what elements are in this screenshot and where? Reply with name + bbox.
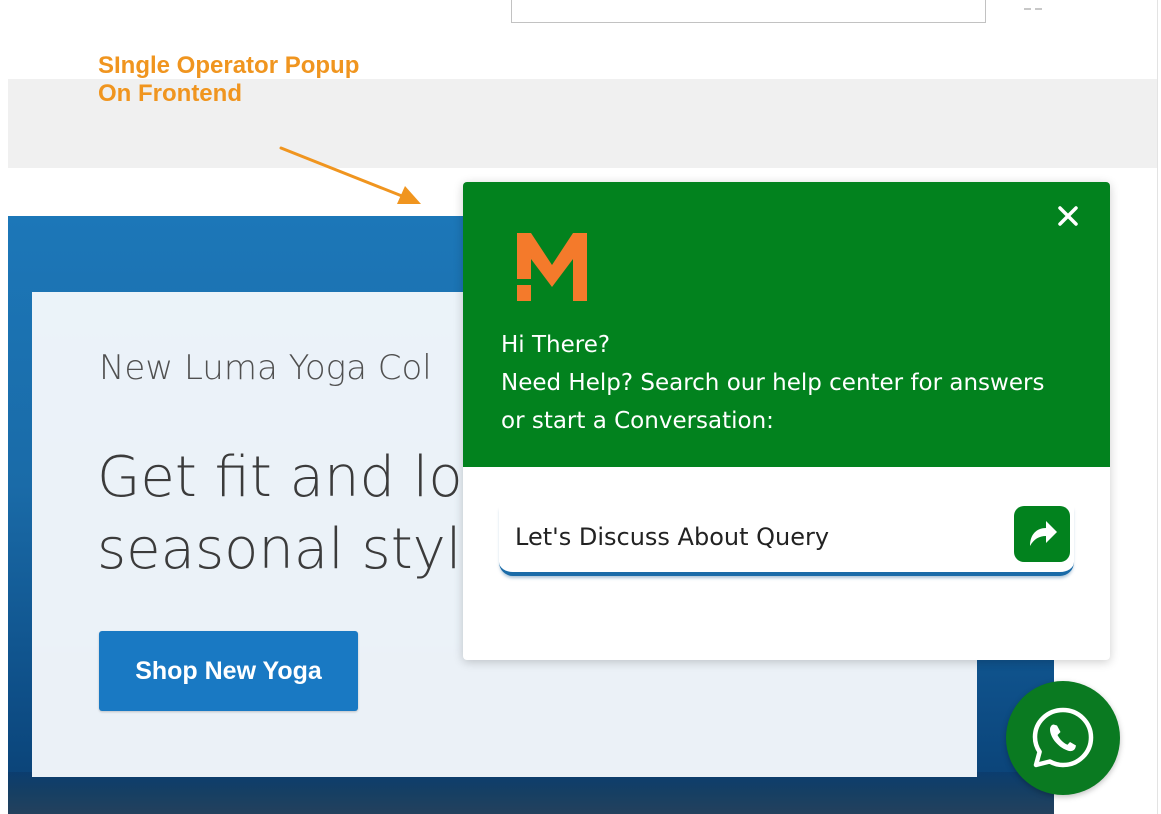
greeting-line: Hi There?: [501, 332, 611, 358]
shop-new-yoga-button[interactable]: Shop New Yoga: [99, 631, 358, 711]
greeting-text: Hi There? Need Help? Search our help cen…: [501, 326, 1101, 440]
query-field-container: [499, 506, 1074, 576]
search-edge-icon: [1022, 0, 1048, 14]
annotation-line-1: SIngle Operator Popup: [98, 52, 360, 79]
help-line-2: or start a Conversation:: [501, 408, 774, 434]
hero-background-sea: [8, 772, 1054, 814]
whatsapp-button[interactable]: [1006, 681, 1120, 795]
hero-title-line-1: Get fit and loo: [97, 445, 497, 510]
page-right-border: [1157, 0, 1158, 814]
send-button[interactable]: [1014, 506, 1070, 562]
chat-popup: Hi There? Need Help? Search our help cen…: [463, 182, 1110, 660]
query-input[interactable]: [515, 520, 995, 554]
share-arrow-icon: [1030, 521, 1057, 546]
hero-title: Get fit and loo seasonal style: [97, 442, 517, 586]
annotation-label: SIngle Operator Popup On Frontend: [98, 52, 359, 108]
hero-title-line-2: seasonal style: [97, 517, 496, 582]
annotation-arrow-icon: [279, 146, 421, 204]
close-button[interactable]: [1054, 202, 1082, 230]
annotation-line-2: On Frontend: [98, 80, 242, 107]
chat-popup-header: Hi There? Need Help? Search our help cen…: [463, 182, 1110, 467]
m-brand-logo-icon: [517, 233, 587, 301]
hero-kicker: New Luma Yoga Col: [99, 348, 432, 388]
help-line-1: Need Help? Search our help center for an…: [501, 370, 1045, 396]
close-icon: [1058, 206, 1078, 226]
page: SIngle Operator Popup On Frontend New Lu…: [0, 0, 1161, 814]
header-search-box[interactable]: [511, 0, 986, 23]
whatsapp-icon: [1032, 707, 1094, 768]
